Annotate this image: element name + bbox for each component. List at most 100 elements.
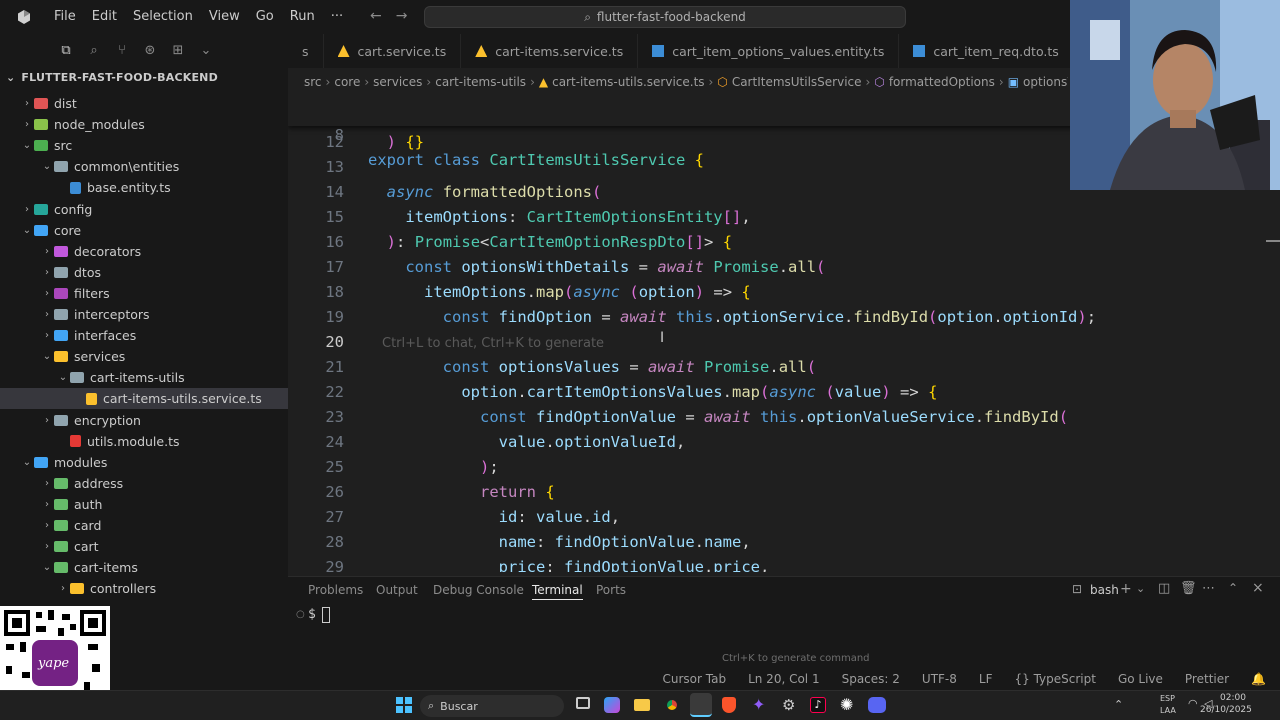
- explorer-root[interactable]: ⌄ FLUTTER-FAST-FOOD-BACKEND: [6, 71, 218, 84]
- lang-region[interactable]: LAA: [1160, 706, 1176, 715]
- code-line[interactable]: 29 price: findOptionValue.price,: [288, 555, 1280, 572]
- task-view-icon[interactable]: [576, 697, 590, 709]
- code-line[interactable]: 21 const optionsValues = await Promise.a…: [288, 355, 1280, 380]
- breadcrumb-item[interactable]: optionsWith: [1023, 75, 1068, 89]
- tree-item[interactable]: › auth: [0, 494, 288, 515]
- cursor-app-icon[interactable]: [690, 693, 712, 717]
- breadcrumb-item[interactable]: src: [304, 75, 322, 89]
- back-arrow-icon[interactable]: ←: [370, 8, 382, 24]
- tree-item[interactable]: › dtos: [0, 262, 288, 283]
- tiktok-icon[interactable]: ♪: [810, 697, 826, 713]
- run-debug-icon[interactable]: ⊛: [142, 42, 158, 58]
- code-line[interactable]: 18 itemOptions.map(async (option) => {: [288, 280, 1280, 305]
- app-star-icon[interactable]: ✦: [752, 695, 765, 714]
- code-line[interactable]: 22 option.cartItemOptionsValues.map(asyn…: [288, 380, 1280, 405]
- copilot-icon[interactable]: [604, 697, 620, 713]
- tree-item[interactable]: ⌄ core: [0, 220, 288, 241]
- chevron-down-icon[interactable]: ⌄: [198, 42, 214, 58]
- more-actions-icon[interactable]: ⋯: [1202, 581, 1215, 596]
- lang-code[interactable]: ESP: [1160, 694, 1175, 703]
- new-terminal-icon[interactable]: +: [1120, 581, 1132, 597]
- code-line[interactable]: 25 );: [288, 455, 1280, 480]
- wifi-icon[interactable]: ◠: [1188, 697, 1198, 710]
- tab-cart-items-service[interactable]: cart-items.service.ts: [461, 34, 639, 68]
- breadcrumb-item[interactable]: services: [373, 75, 422, 89]
- taskbar-search[interactable]: ⌕ Buscar: [420, 695, 564, 717]
- tree-item[interactable]: › interceptors: [0, 304, 288, 325]
- terminal-cursor[interactable]: [322, 607, 330, 623]
- code-line[interactable]: 26 return {: [288, 480, 1280, 505]
- status-eol[interactable]: LF: [979, 672, 993, 686]
- extensions-icon[interactable]: ⊞: [170, 42, 186, 58]
- menu-edit[interactable]: Edit: [84, 8, 125, 26]
- file-explorer-icon[interactable]: [634, 699, 650, 711]
- menu-selection[interactable]: Selection: [125, 8, 201, 26]
- breadcrumb-item[interactable]: core: [334, 75, 360, 89]
- tab-truncated[interactable]: s: [288, 34, 324, 68]
- tree-item[interactable]: ⌄ cart-items: [0, 557, 288, 578]
- menu-more[interactable]: ···: [323, 8, 351, 26]
- shell-label[interactable]: bash: [1090, 583, 1119, 597]
- explorer-icon[interactable]: ⧉: [58, 42, 74, 58]
- code-line[interactable]: 28 name: findOptionValue.name,: [288, 530, 1280, 555]
- tree-item[interactable]: › controllers: [0, 578, 288, 599]
- status-prettier[interactable]: Prettier: [1185, 672, 1229, 686]
- tab-output[interactable]: Output: [376, 583, 418, 597]
- tab-cart-item-req-dto[interactable]: cart_item_req.dto.ts: [899, 34, 1074, 68]
- discord-icon[interactable]: [868, 697, 886, 713]
- clock-date[interactable]: 26/10/2025: [1200, 705, 1252, 715]
- tree-item[interactable]: › address: [0, 473, 288, 494]
- trash-icon[interactable]: 🗑: [1180, 581, 1197, 596]
- tree-item[interactable]: › encryption: [0, 410, 288, 431]
- forward-arrow-icon[interactable]: →: [396, 8, 408, 24]
- source-control-icon[interactable]: ⑂: [114, 42, 130, 58]
- code-line[interactable]: 23 const findOptionValue = await this.op…: [288, 405, 1280, 430]
- breadcrumb-item[interactable]: CartItemsUtilsService: [732, 75, 862, 89]
- tree-item[interactable]: › decorators: [0, 241, 288, 262]
- scrollbar[interactable]: [1266, 240, 1280, 242]
- code-line[interactable]: 27 id: value.id,: [288, 505, 1280, 530]
- tab-terminal[interactable]: Terminal: [532, 583, 583, 600]
- tree-item[interactable]: › cart: [0, 536, 288, 557]
- chrome-icon[interactable]: [664, 697, 680, 713]
- tree-item[interactable]: utils.module.ts: [0, 431, 288, 452]
- code-line[interactable]: 16 ): Promise<CartItemOptionRespDto[]> {: [288, 230, 1280, 255]
- openai-icon[interactable]: ✺: [840, 695, 853, 714]
- tree-item[interactable]: › filters: [0, 283, 288, 304]
- search-icon[interactable]: ⌕: [86, 42, 102, 58]
- status-indent[interactable]: Spaces: 2: [842, 672, 900, 686]
- tab-problems[interactable]: Problems: [308, 583, 363, 597]
- code-line[interactable]: 15 itemOptions: CartItemOptionsEntity[],: [288, 205, 1280, 230]
- split-terminal-icon[interactable]: ◫: [1158, 581, 1170, 596]
- status-language[interactable]: {} TypeScript: [1014, 672, 1095, 686]
- code-line[interactable]: 24 value.optionValueId,: [288, 430, 1280, 455]
- chevron-up-icon[interactable]: ⌃: [1114, 698, 1123, 711]
- clock-time[interactable]: 02:00: [1220, 693, 1246, 703]
- menu-file[interactable]: File: [46, 8, 84, 26]
- app-chip-icon[interactable]: ⚙: [782, 696, 795, 714]
- tree-item[interactable]: › node_modules: [0, 114, 288, 135]
- chevron-down-icon[interactable]: ⌄: [1136, 582, 1145, 595]
- tree-item[interactable]: ⌄ services: [0, 346, 288, 367]
- tree-item[interactable]: › card: [0, 515, 288, 536]
- windows-start-icon[interactable]: [396, 697, 412, 713]
- tree-item[interactable]: cart-items-utils.service.ts: [0, 388, 288, 410]
- tree-item[interactable]: ⌄ src: [0, 135, 288, 156]
- close-panel-icon[interactable]: ×: [1252, 580, 1264, 596]
- tree-item[interactable]: › dist: [0, 93, 288, 114]
- menu-view[interactable]: View: [201, 8, 248, 26]
- tree-item[interactable]: ⌄ modules: [0, 452, 288, 473]
- status-encoding[interactable]: UTF-8: [922, 672, 957, 686]
- code-line[interactable]: 17 const optionsWithDetails = await Prom…: [288, 255, 1280, 280]
- status-go-live[interactable]: Go Live: [1118, 672, 1163, 686]
- tree-item[interactable]: base.entity.ts: [0, 177, 288, 198]
- tab-debug-console[interactable]: Debug Console: [433, 583, 524, 597]
- tree-item[interactable]: › interfaces: [0, 325, 288, 346]
- menu-run[interactable]: Run: [282, 8, 323, 26]
- breadcrumb-item[interactable]: cart-items-utils: [435, 75, 526, 89]
- breadcrumb-item[interactable]: formattedOptions: [889, 75, 995, 89]
- status-position[interactable]: Ln 20, Col 1: [748, 672, 820, 686]
- tree-item[interactable]: ⌄ common\entities: [0, 156, 288, 177]
- breadcrumb-item[interactable]: cart-items-utils.service.ts: [552, 75, 704, 89]
- code-line[interactable]: 19 const findOption = await this.optionS…: [288, 305, 1280, 330]
